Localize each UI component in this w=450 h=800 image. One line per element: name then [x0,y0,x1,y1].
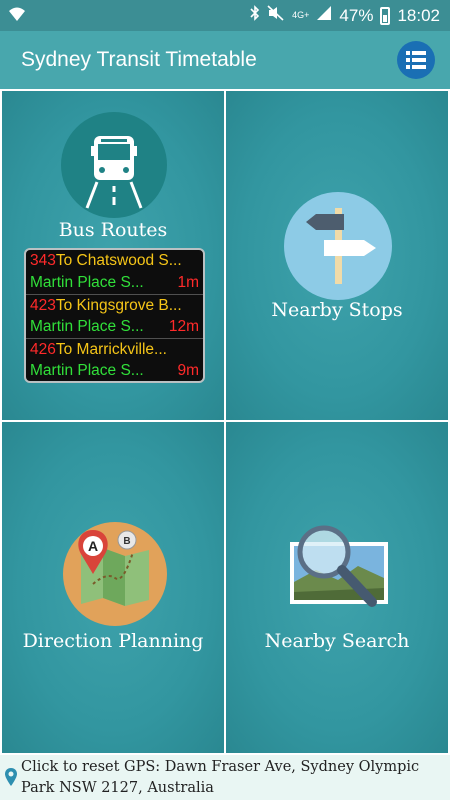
svg-text:A: A [88,538,98,554]
nearby-search-tile[interactable]: Nearby Search [224,420,450,755]
menu-button[interactable] [397,41,435,79]
nearby-search-label: Nearby Search [264,630,410,652]
nearby-stops-tile[interactable]: Nearby Stops [224,89,450,422]
minutes-away: 9m [175,360,199,381]
minutes-away: 12m [166,316,199,338]
direction-planning-tile[interactable]: A B Direction Planning [0,420,226,755]
battery-icon [380,6,391,25]
reset-gps-bar[interactable]: Click to reset GPS: Dawn Fraser Ave, Syd… [0,755,450,800]
clock: 18:02 [397,5,440,25]
bus-icon [61,112,167,218]
network-type: 4G+ [292,10,310,20]
gps-location-text: Click to reset GPS: Dawn Fraser Ave, Syd… [21,759,420,796]
direction-planning-label: Direction Planning [22,630,204,652]
stop-name: Martin Place S... [30,362,144,379]
minutes-away: 1m [175,272,199,294]
route-destination: To Marrickville... [55,341,167,358]
route-destination: To Chatswood S... [55,252,182,269]
signal-icon [316,5,332,26]
departure-stop-row: Martin Place S... 1m [26,272,203,294]
route-number: 423 [30,297,56,314]
signpost-icon [284,192,392,300]
battery-percent: 47% [339,5,374,25]
stop-name: Martin Place S... [30,318,144,335]
departure-stop-row: Martin Place S... 12m [26,316,203,338]
mute-icon [267,5,285,26]
bus-routes-tile[interactable]: Bus Routes 343To Chatswood S... Martin P… [0,89,226,422]
route-number: 426 [30,341,56,358]
departure-board: 343To Chatswood S... Martin Place S... 1… [24,248,205,383]
app-title: Sydney Transit Timetable [21,48,257,71]
stop-name: Martin Place S... [30,274,144,291]
departure-route-row: 343To Chatswood S... [26,250,203,272]
map-route-icon: A B [63,522,167,626]
departure-stop-row: Martin Place S... 9m [26,360,203,381]
route-destination: To Kingsgrove B... [55,297,182,314]
departure-route-row: 426To Marrickville... [26,338,203,360]
magnifier-icon [286,522,390,626]
main-grid: Bus Routes 343To Chatswood S... Martin P… [0,89,450,755]
wifi-icon [8,6,26,27]
location-pin-icon [4,767,18,794]
departure-route-row: 423To Kingsgrove B... [26,294,203,316]
route-number: 343 [30,252,56,269]
nearby-stops-label: Nearby Stops [271,299,403,321]
bluetooth-icon [250,5,260,26]
status-bar: 4G+ 47% 18:02 [0,0,450,31]
list-menu-icon [406,51,426,69]
bus-routes-label: Bus Routes [58,219,168,241]
svg-text:B: B [123,536,130,547]
app-bar: Sydney Transit Timetable [0,31,450,89]
